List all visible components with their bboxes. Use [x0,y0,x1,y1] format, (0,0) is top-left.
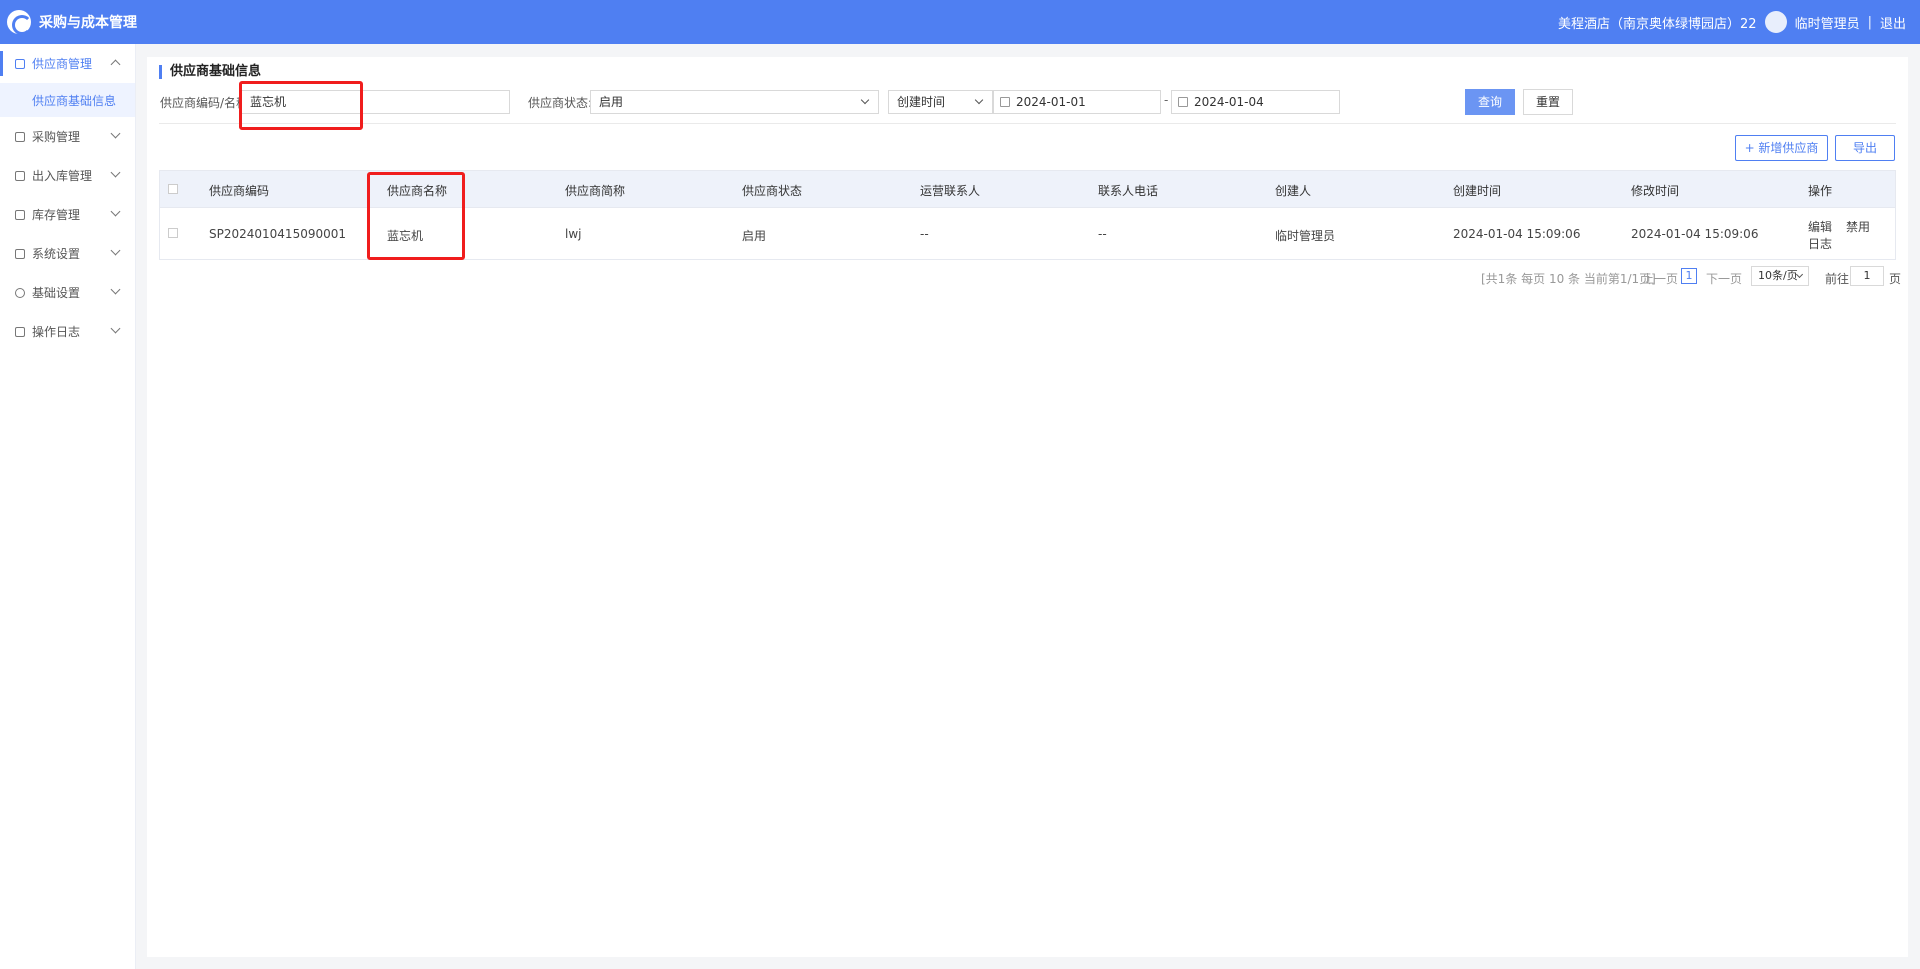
date-to-input[interactable]: 2024-01-04 [1171,90,1340,114]
page-size-value: 10条/页 [1758,269,1798,282]
header-user-area: 美程酒店（南京奥体绿博园店）22 临时管理员 | 退出 [1558,0,1906,44]
app-title: 采购与成本管理 [39,15,137,31]
header-separator: | [1867,14,1872,30]
date-separator: - [1164,93,1169,107]
page-title: 供应商基础信息 [159,65,261,79]
col-header-code: 供应商编码 [209,184,270,198]
col-header-short: 供应商简称 [565,184,626,198]
supplier-contact: -- [920,227,929,241]
col-header-ops: 操作 [1808,184,1833,198]
page-size-select[interactable]: 10条/页 [1751,266,1809,286]
col-header-status: 供应商状态 [742,184,803,198]
edit-link[interactable]: 编辑 [1808,218,1832,235]
sidebar-item-label: 操作日志 [32,325,81,339]
sidebar-item-label: 出入库管理 [32,169,93,183]
prev-page-button[interactable]: 上一页 [1642,270,1678,287]
sidebar-item-log[interactable]: 操作日志 [0,312,135,351]
chevron-down-icon [110,284,121,295]
chevron-down-icon [110,128,121,139]
logout-link[interactable]: 退出 [1880,13,1906,32]
supplier-icon [15,58,25,69]
chevron-down-icon [974,95,984,105]
sidebar-item-label: 供应商管理 [32,57,93,71]
chevron-down-icon [110,206,121,217]
cart-icon [15,131,25,142]
log-icon [15,326,25,337]
pagination-summary: [共1条 每页 10 条 当前第1/1页] [1481,272,1656,286]
row-checkbox[interactable] [168,228,178,238]
col-header-creator: 创建人 [1275,184,1312,198]
sidebar-item-label: 基础设置 [32,286,81,300]
chevron-down-icon [110,245,121,256]
app-logo-icon [7,10,32,35]
col-header-modified: 修改时间 [1631,184,1680,198]
system-icon [15,248,25,259]
supplier-created: 2024-01-04 15:09:06 [1453,227,1581,241]
disable-link[interactable]: 禁用 [1846,218,1870,235]
calendar-icon [1000,97,1010,107]
sidebar-subitem-supplier-info[interactable]: 供应商基础信息 [0,83,135,117]
sidebar: 供应商管理 供应商基础信息 采购管理 出入库管理 库存管理 系统设置 基础设置 … [0,44,136,969]
select-all-checkbox[interactable] [168,184,178,194]
date-to-value: 2024-01-04 [1194,95,1264,109]
calendar-icon [1178,97,1188,107]
status-label: 供应商状态: [528,96,593,110]
col-header-created: 创建时间 [1453,184,1502,198]
sidebar-item-label: 系统设置 [32,247,81,261]
supplier-status: 启用 [742,229,767,243]
chevron-up-icon [110,59,121,70]
highlight-box-name-column [367,172,465,260]
user-name[interactable]: 临时管理员 [1795,13,1860,32]
export-button[interactable]: 导出 [1835,135,1895,161]
page-number-1[interactable]: 1 [1681,268,1697,284]
col-header-phone: 联系人电话 [1098,184,1159,198]
sidebar-item-label: 采购管理 [32,130,81,144]
next-page-button[interactable]: 下一页 [1706,270,1742,287]
store-name[interactable]: 美程酒店（南京奥体绿博园店）22 [1558,13,1757,32]
filter-divider [159,123,1896,124]
status-select[interactable]: 启用 [590,90,879,114]
supplier-modified: 2024-01-04 15:09:06 [1631,227,1759,241]
chevron-down-icon [110,323,121,334]
chevron-down-icon [860,95,870,105]
supplier-phone: -- [1098,227,1107,241]
col-header-contact: 运营联系人 [920,184,981,198]
sidebar-item-basic[interactable]: 基础设置 [0,273,135,312]
avatar[interactable] [1764,11,1787,33]
export-label: 导出 [1852,141,1877,155]
time-type-value: 创建时间 [897,95,946,109]
search-button[interactable]: 查询 [1465,89,1515,115]
gear-icon [15,287,25,298]
sidebar-item-label: 库存管理 [32,208,81,222]
sidebar-item-inventory[interactable]: 库存管理 [0,195,135,234]
log-link[interactable]: 日志 [1808,235,1832,252]
supplier-creator: 临时管理员 [1275,229,1336,243]
goto-page-input[interactable]: 1 [1850,266,1884,286]
add-supplier-button[interactable]: + 新增供应商 [1735,135,1828,161]
goto-label: 前往 [1825,272,1850,286]
date-from-value: 2024-01-01 [1016,95,1086,109]
sidebar-item-purchase[interactable]: 采购管理 [0,117,135,156]
inout-icon [15,170,25,181]
supplier-short: lwj [565,227,582,241]
top-bar: 采购与成本管理 美程酒店（南京奥体绿博园店）22 临时管理员 | 退出 [0,0,1920,44]
warehouse-icon [15,209,25,220]
page-unit-label: 页 [1889,272,1902,286]
sidebar-item-supplier[interactable]: 供应商管理 [0,44,135,83]
time-type-select[interactable]: 创建时间 [888,90,993,114]
highlight-box-filter [239,81,363,130]
status-select-value: 启用 [599,95,624,109]
sidebar-item-system[interactable]: 系统设置 [0,234,135,273]
reset-button[interactable]: 重置 [1523,89,1573,115]
supplier-code-link[interactable]: SP2024010415090001 [209,227,346,241]
sidebar-item-inout[interactable]: 出入库管理 [0,156,135,195]
chevron-down-icon [110,167,121,178]
date-from-input[interactable]: 2024-01-01 [993,90,1161,114]
